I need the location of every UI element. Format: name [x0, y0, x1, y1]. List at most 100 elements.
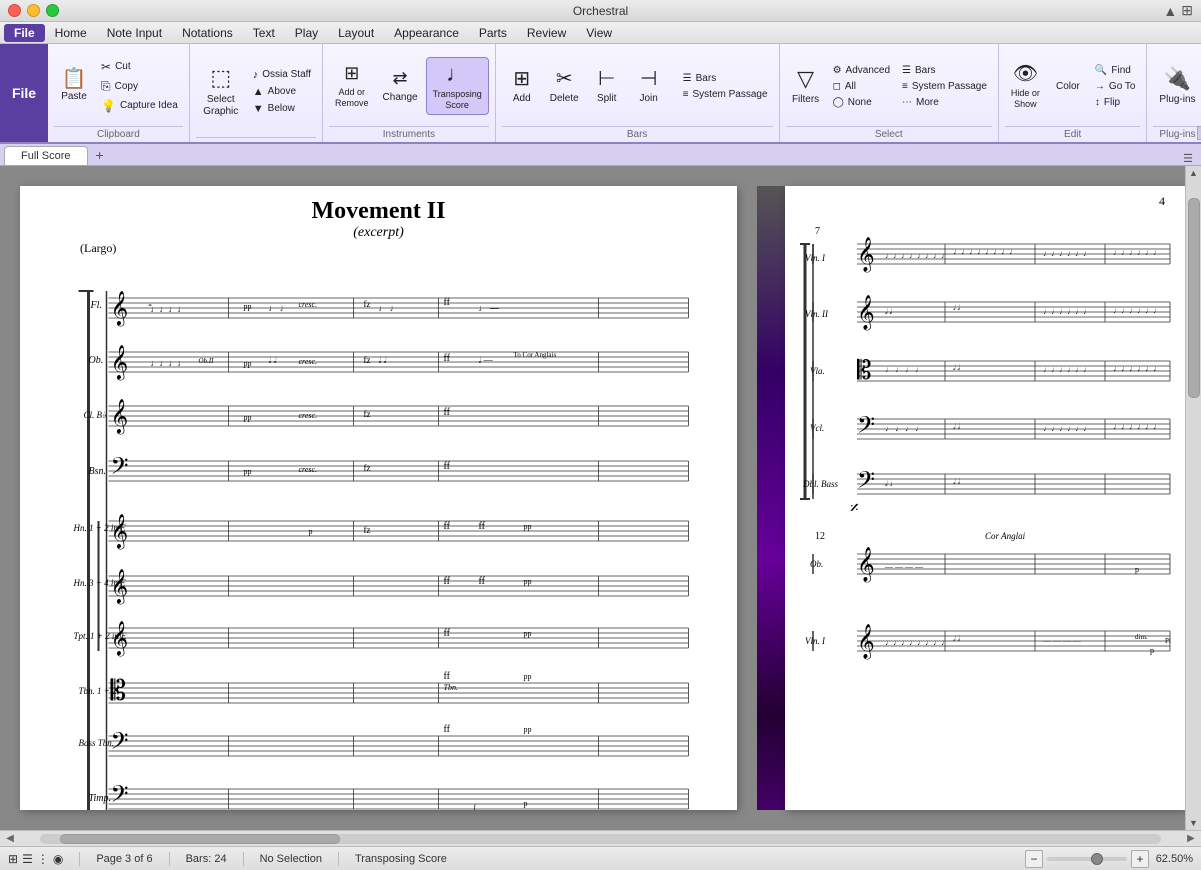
menu-home[interactable]: Home: [45, 24, 97, 42]
delete-bars-button[interactable]: ✂ Delete: [544, 64, 585, 108]
tab-menu-button[interactable]: ☰: [1183, 152, 1193, 165]
join-button[interactable]: ⊣ Join: [629, 64, 669, 108]
score-page-right: 4 7 Vln. I 𝄞: [785, 186, 1185, 810]
copy-icon: ⎘: [101, 79, 111, 94]
select-graphic-button[interactable]: ⬚ SelectGraphic: [196, 62, 246, 120]
svg-text:ff: ff: [479, 521, 486, 532]
svg-text:♩♩♩♩: ♩♩♩♩: [151, 358, 187, 368]
menu-play[interactable]: Play: [285, 24, 328, 42]
svg-text:ff: ff: [444, 297, 451, 308]
none-button[interactable]: ◯ None: [828, 95, 895, 110]
zoom-slider[interactable]: [1047, 857, 1127, 861]
select-graphic-label: [196, 137, 316, 140]
svg-text:fz: fz: [364, 409, 371, 419]
below-button[interactable]: ▼ Below: [248, 101, 316, 117]
close-button[interactable]: [8, 4, 21, 17]
menu-review[interactable]: Review: [517, 24, 576, 42]
svg-text:ff: ff: [444, 407, 451, 418]
ribbon-expand-button[interactable]: ▲: [1197, 126, 1201, 140]
find-button[interactable]: 🔍 Find: [1090, 63, 1141, 78]
ossia-staff-button[interactable]: ♪ Ossia Staff: [248, 67, 316, 83]
svg-text:𝅗𝅥 𝅗𝅥: 𝅗𝅥 𝅗𝅥: [953, 634, 961, 643]
split-button[interactable]: ⊢ Split: [587, 64, 627, 108]
file-button[interactable]: File: [0, 44, 48, 142]
tab-full-score[interactable]: Full Score: [4, 146, 88, 165]
svg-text:𝄞: 𝄞: [111, 291, 129, 327]
svg-text:𝄡: 𝄡: [111, 676, 127, 707]
change-button[interactable]: ⇄ Change: [377, 65, 424, 107]
menu-parts[interactable]: Parts: [469, 24, 517, 42]
paste-button[interactable]: 📋 Paste: [54, 66, 94, 106]
svg-text:♩♩♩♩♩♩♩♩: ♩♩♩♩♩♩♩♩: [953, 247, 1017, 256]
zoom-out-button[interactable]: −: [1025, 850, 1043, 868]
svg-text:Dbl. Bass: Dbl. Bass: [802, 479, 839, 489]
svg-text:fz: fz: [364, 525, 371, 535]
plugins-button[interactable]: 🔌 Plug-ins: [1153, 63, 1201, 109]
menu-note-input[interactable]: Note Input: [97, 24, 172, 42]
add-tab-button[interactable]: +: [88, 145, 112, 165]
add-remove-button[interactable]: ⊞ Add orRemove: [329, 60, 375, 111]
svg-text:♩♩♩♩♩♩: ♩♩♩♩♩♩: [1113, 248, 1161, 257]
minimize-button[interactable]: [27, 4, 40, 17]
system-passage-select-button[interactable]: ≡ System Passage: [897, 79, 992, 94]
goto-button[interactable]: → Go To: [1090, 79, 1141, 94]
bars-select-button[interactable]: ☰ Bars: [897, 63, 992, 78]
scroll-left-icon[interactable]: ◀: [0, 833, 20, 844]
main-content: Movement II (excerpt) (Largo) Fl. 𝄞: [0, 166, 1201, 830]
hscroll-thumb[interactable]: [60, 834, 340, 844]
menu-appearance[interactable]: Appearance: [384, 24, 469, 42]
score-subtitle: (excerpt): [20, 225, 737, 241]
scroll-down-icon[interactable]: ▼: [1189, 818, 1198, 828]
plugins-label: Plug-ins: [1153, 126, 1201, 140]
svg-text:dim.: dim.: [1135, 633, 1148, 641]
color-button[interactable]: Color: [1048, 76, 1088, 96]
menu-layout[interactable]: Layout: [328, 24, 384, 42]
add-remove-icon: ⊞: [344, 63, 359, 85]
all-button[interactable]: ◻ All: [828, 79, 895, 94]
svg-text:𝄢: 𝄢: [111, 729, 129, 760]
zoom-in-button[interactable]: +: [1131, 850, 1149, 868]
flip-icon: ↕: [1095, 97, 1100, 108]
more-button[interactable]: ⋯ More: [897, 95, 992, 110]
filters-button[interactable]: ▽ Filters: [786, 63, 826, 109]
add-bars-button[interactable]: ⊞ Add: [502, 64, 542, 108]
vertical-scrollbar[interactable]: ▲ ▼: [1185, 166, 1201, 830]
copy-button[interactable]: ⎘ Copy: [96, 77, 183, 96]
vscroll-thumb[interactable]: [1188, 198, 1200, 398]
above-button[interactable]: ▲ Above: [248, 84, 316, 100]
scroll-up-icon[interactable]: ▲: [1189, 168, 1198, 178]
menu-view[interactable]: View: [576, 24, 622, 42]
svg-text:♩♩♩♩: ♩♩♩♩: [151, 304, 187, 314]
advanced-button[interactable]: ⚙ Advanced: [828, 63, 895, 78]
svg-text:Vln. I: Vln. I: [805, 253, 826, 263]
split-icon: ⊢: [598, 67, 615, 91]
svg-text:Vln. I: Vln. I: [805, 636, 826, 646]
svg-text:p: p: [1135, 565, 1139, 574]
menu-text[interactable]: Text: [243, 24, 285, 42]
svg-text:♩ ♩ ♩ ♩: ♩ ♩ ♩ ♩: [885, 365, 923, 374]
svg-text:Ob.II: Ob.II: [199, 357, 215, 365]
scroll-right-icon[interactable]: ▶: [1181, 833, 1201, 844]
window-controls: [8, 4, 59, 17]
transposing-score-button[interactable]: ♩ TransposingScore: [426, 57, 489, 115]
capture-button[interactable]: 💡 Capture Idea: [96, 97, 183, 115]
share-icon: ⊞: [1181, 2, 1193, 19]
svg-text:♩♩♩♩♩♩: ♩♩♩♩♩♩: [1113, 422, 1161, 431]
svg-text:𝅗𝅥 𝅗𝅥: 𝅗𝅥 𝅗𝅥: [885, 307, 893, 316]
system-passage-button[interactable]: ≡ System Passage: [678, 87, 773, 102]
join-icon: ⊣: [640, 67, 657, 91]
hide-show-button[interactable]: 👁 Hide orShow: [1005, 59, 1046, 113]
svg-text:fz: fz: [364, 299, 371, 309]
bars-submenu-button[interactable]: ☰ Bars: [678, 71, 773, 86]
maximize-button[interactable]: [46, 4, 59, 17]
horizontal-scrollbar[interactable]: ◀ ▶: [0, 830, 1201, 846]
zoom-slider-thumb[interactable]: [1091, 853, 1103, 865]
flip-button[interactable]: ↕ Flip: [1090, 95, 1141, 110]
menu-notations[interactable]: Notations: [172, 24, 243, 42]
svg-text:pp: pp: [244, 302, 252, 311]
cut-button[interactable]: ✂ Cut: [96, 58, 183, 76]
edit-label: Edit: [1005, 126, 1141, 140]
goto-icon: →: [1095, 81, 1105, 92]
menu-file[interactable]: File: [4, 24, 45, 42]
svg-text:𝄞: 𝄞: [857, 295, 875, 331]
